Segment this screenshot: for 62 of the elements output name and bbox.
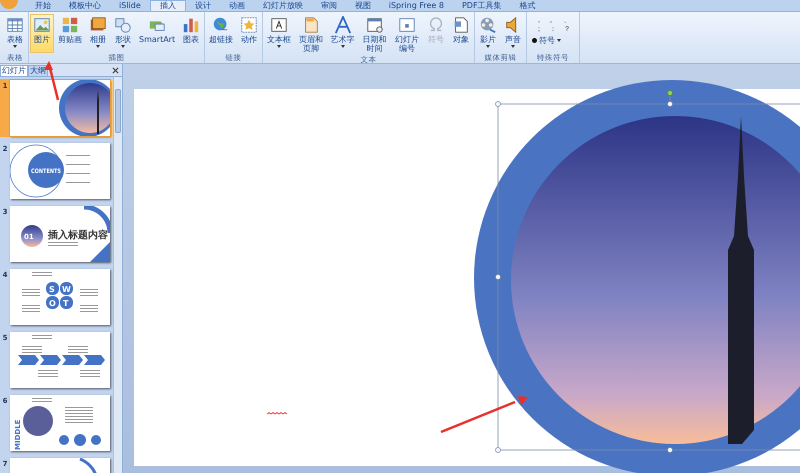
ribbon-button[interactable]: 相册 [86,14,110,53]
ribbon-button[interactable]: 剪贴画 [55,14,85,53]
ribbon-tab[interactable]: 模板中心 [60,1,110,11]
chart-icon [182,16,200,34]
ribbon-tab[interactable]: iSlide [110,1,150,11]
shapes-icon [114,16,132,34]
ribbon-tab[interactable]: 开始 [26,1,60,11]
symbol-button[interactable]: 符号 [528,34,578,47]
swot-letter: O [49,299,56,308]
swot-letter: S [49,285,55,294]
ribbon-button[interactable]: 动作 [237,14,262,53]
ribbon-tab[interactable]: 设计 [186,1,220,11]
text-box-icon [270,16,288,34]
ribbon-tab[interactable]: 视图 [346,1,380,11]
ribbon-button[interactable]: 声音 [500,14,525,53]
ribbon-button[interactable]: 形状 [111,14,135,53]
ribbon-tab[interactable]: 审阅 [312,1,346,11]
arc-drawing [79,458,100,473]
text-lines-drawing [48,242,78,246]
ribbon-tab[interactable]: PDF工具集 [452,1,511,11]
ribbon-button[interactable]: 超链接 [206,14,236,53]
swot-petals-drawing [46,282,73,309]
ribbon-button[interactable]: 页眉和页脚 [295,14,327,55]
slide-heading: 插入标题内容 [48,230,108,241]
circle-drawing [10,144,64,198]
letter-a-icon [334,16,352,34]
list-lines-drawing [66,155,90,183]
close-icon[interactable] [112,66,119,74]
ribbon-button[interactable]: 日期和时间 [358,14,390,55]
ribbon-tab[interactable]: 格式 [510,1,545,11]
swot-letter: W [62,285,71,294]
ribbon-tab[interactable]: iSpring Free 8 [380,1,453,11]
circle-photo-drawing [59,80,110,136]
swot-letter: T [63,299,68,308]
ribbon-button[interactable]: 对象 [448,14,473,55]
film-reel-icon [478,16,497,34]
picture-icon [33,16,51,34]
ribbon-tab[interactable]: 插入 [150,0,186,11]
photo-placeholder [21,225,43,247]
ribbon-button[interactable]: 影片 [476,14,500,53]
scrollbar[interactable] [113,77,122,473]
spelling-underline [266,412,288,414]
ribbon-button[interactable]: 文本框 [264,14,294,55]
photo-placeholder [23,406,53,436]
bullet-icon [532,38,537,43]
ribbon-button[interactable]: 幻灯片编号 [391,14,423,55]
text-lines-drawing [32,398,93,423]
calendar-icon [366,16,384,34]
annotation-arrow [44,61,60,100]
ribbon-button[interactable]: 表格 [3,14,27,53]
ribbon-button[interactable]: SmartArt [136,14,178,53]
ribbon-button[interactable]: 图表 [179,14,204,53]
clip-art-icon [61,16,79,34]
ribbon-tab[interactable]: 幻灯片放映 [254,1,312,11]
ribbon-button[interactable]: 艺术字 [328,14,358,55]
ribbon-tab[interactable]: 动画 [220,1,254,11]
object-icon [452,16,470,34]
circle-icons-drawing [59,434,101,446]
table-icon [6,16,24,34]
slide-number-icon [398,16,416,34]
ribbon-button[interactable]: 图片 [30,14,54,53]
panel-tab[interactable]: 幻灯片 [0,65,28,76]
